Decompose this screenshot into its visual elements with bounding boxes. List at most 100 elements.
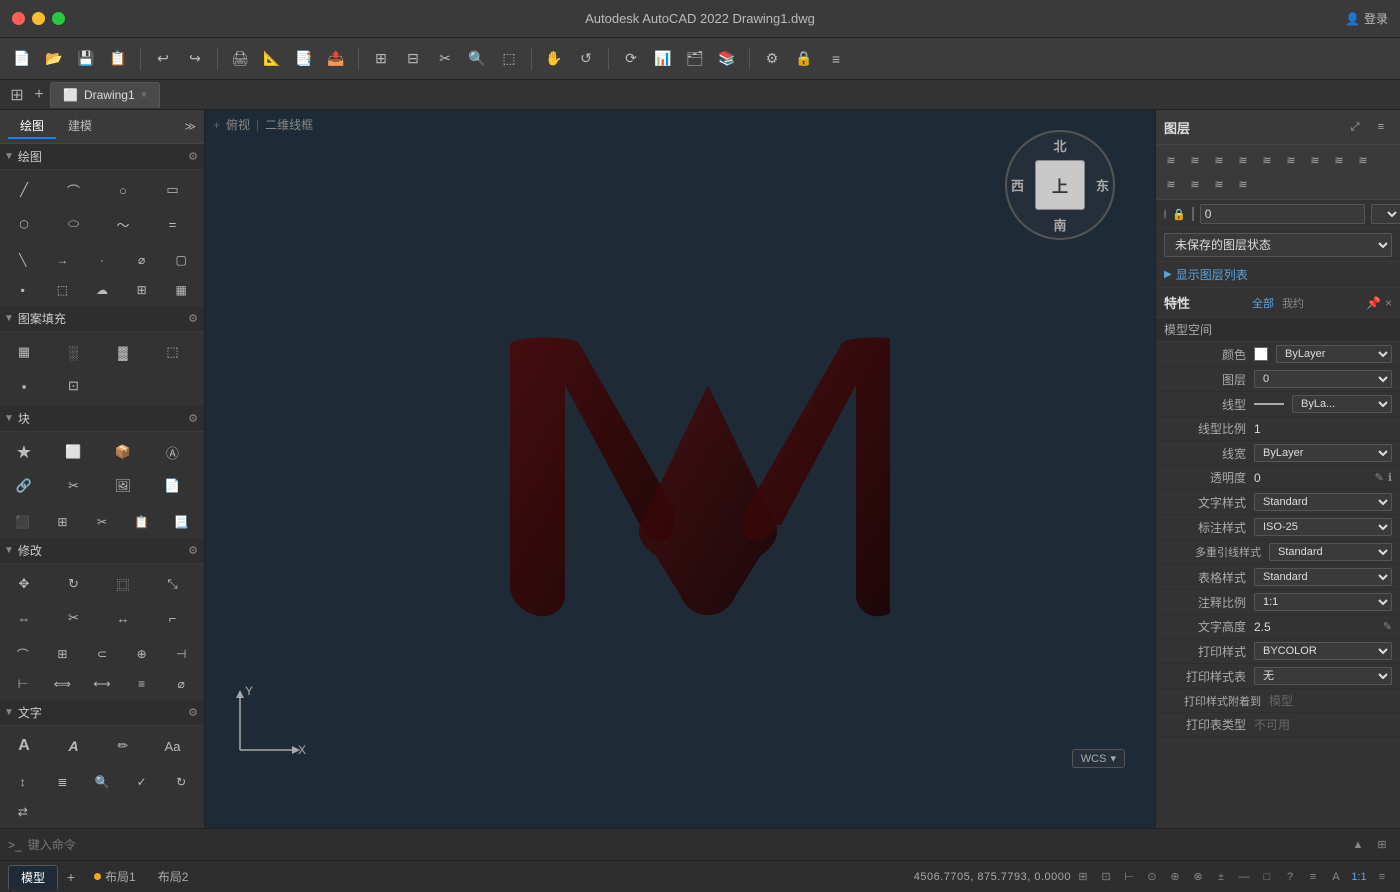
ui-lock-button[interactable]: 🔒: [790, 45, 818, 73]
viewcube-top-face[interactable]: 上: [1035, 160, 1085, 210]
tool-spline[interactable]: 〜: [103, 208, 143, 240]
regen-button[interactable]: ⟳: [617, 45, 645, 73]
props-tab-all[interactable]: 全部: [1252, 295, 1274, 311]
tool-insert[interactable]: ★: [4, 436, 44, 468]
draw-tab[interactable]: 绘图: [8, 114, 56, 139]
tool-text-scale[interactable]: ↕: [4, 768, 42, 796]
unsaved-state-dropdown[interactable]: 未保存的图层状态: [1164, 233, 1392, 257]
color-dropdown[interactable]: ByLayer: [1276, 345, 1392, 363]
tool-style[interactable]: Aa: [153, 730, 193, 762]
lt-btn-12[interactable]: ≋: [1208, 173, 1230, 195]
show-layers-list-row[interactable]: ▶ 显示图层列表: [1156, 262, 1400, 288]
lw-toggle[interactable]: —: [1234, 867, 1254, 887]
props-tab-mine[interactable]: 我约: [1282, 295, 1304, 311]
layer-dropdown-prop[interactable]: 0: [1254, 370, 1392, 388]
clip-button[interactable]: ✂: [431, 45, 459, 73]
tool-mline[interactable]: =: [153, 208, 193, 240]
lt-btn-4[interactable]: ≋: [1232, 149, 1254, 171]
tool-explode[interactable]: ⊕: [123, 640, 161, 668]
sc-toggle[interactable]: ≡: [1303, 867, 1323, 887]
tool-xclip[interactable]: ✂: [54, 470, 94, 502]
tool-wipeout[interactable]: ▪: [4, 276, 42, 304]
tool-textedit[interactable]: ✏: [103, 730, 143, 762]
tool-wblock[interactable]: 📦: [103, 436, 143, 468]
pan-button[interactable]: ✋: [540, 45, 568, 73]
tool-hatch-wipeout[interactable]: ▪: [4, 370, 44, 402]
tool-ellipse[interactable]: ⬭: [54, 208, 94, 240]
tool-block[interactable]: ⬜: [54, 436, 94, 468]
maximize-button[interactable]: [52, 12, 65, 25]
tool-boundary[interactable]: ⬚: [44, 276, 82, 304]
section-block-header[interactable]: ▼ 块 ⚙: [0, 406, 204, 432]
add-view-button[interactable]: +: [213, 118, 220, 132]
tool-mtext[interactable]: A: [4, 730, 44, 762]
lt-btn-6[interactable]: ≋: [1280, 149, 1302, 171]
tool-hatch1[interactable]: ▦: [4, 336, 44, 368]
tool-justify[interactable]: ≣: [44, 768, 82, 796]
section-hatch-header[interactable]: ▼ 图案填充 ⚙: [0, 306, 204, 332]
tool-hatch-boundary[interactable]: ⬚: [153, 336, 193, 368]
tool-update[interactable]: ↻: [162, 768, 200, 796]
plotstyle-table-dropdown[interactable]: 无: [1254, 667, 1392, 685]
tool-align[interactable]: ≡: [123, 670, 161, 698]
tool-break[interactable]: ⊣: [162, 640, 200, 668]
transparency-info-icon[interactable]: ℹ: [1388, 471, 1392, 484]
view-base-button[interactable]: ⊞: [367, 45, 395, 73]
tool-move[interactable]: ✥: [4, 568, 44, 600]
plotstyle-dropdown[interactable]: BYCOLOR: [1254, 642, 1392, 660]
tool-dwf[interactable]: 📋: [123, 508, 161, 536]
tool-convert[interactable]: ⇄: [4, 798, 42, 826]
layer-visibility-dot[interactable]: [1164, 209, 1166, 219]
section-modify-gear[interactable]: ⚙: [188, 544, 198, 557]
command-input[interactable]: [28, 838, 1344, 852]
section-modify-header[interactable]: ▼ 修改 ⚙: [0, 538, 204, 564]
section-block-gear[interactable]: ⚙: [188, 412, 198, 425]
tool-raster[interactable]: 🖼: [103, 470, 143, 502]
tool-offset[interactable]: ⊂: [83, 640, 121, 668]
print-preview-button[interactable]: 📐: [258, 45, 286, 73]
layer-name-input[interactable]: [1200, 204, 1365, 224]
tool-cloud[interactable]: ☁: [83, 276, 121, 304]
otrack-toggle[interactable]: ⊗: [1188, 867, 1208, 887]
tool-stretch[interactable]: ⟷: [83, 670, 121, 698]
tp-toggle[interactable]: □: [1257, 867, 1277, 887]
properties-button[interactable]: 📊: [649, 45, 677, 73]
tool-palettes-button[interactable]: 🗂: [681, 45, 709, 73]
tool-circle[interactable]: ○: [103, 174, 143, 206]
tool-array[interactable]: ⊞: [44, 640, 82, 668]
tool-arc[interactable]: ⌒: [54, 174, 94, 206]
lt-btn-2[interactable]: ≋: [1184, 149, 1206, 171]
tool-rotate[interactable]: ↻: [54, 568, 94, 600]
tool-trim[interactable]: ✂: [54, 602, 94, 634]
tool-xline[interactable]: ╲: [4, 246, 42, 274]
tablestyle-dropdown[interactable]: Standard: [1254, 568, 1392, 586]
tool-check[interactable]: ✓: [123, 768, 161, 796]
ortho-toggle[interactable]: ⊢: [1119, 867, 1139, 887]
redo-button[interactable]: ↪: [181, 45, 209, 73]
tool-line[interactable]: ╱: [4, 174, 44, 206]
dyn-toggle[interactable]: ±: [1211, 867, 1231, 887]
undo-button[interactable]: ↩: [149, 45, 177, 73]
tool-hatch2[interactable]: ░: [54, 336, 94, 368]
tool-table[interactable]: ⊞: [123, 276, 161, 304]
collapse-panel-button[interactable]: ≫: [184, 120, 196, 133]
lt-btn-1[interactable]: ≋: [1160, 149, 1182, 171]
tool-hatch-small[interactable]: ▦: [162, 276, 200, 304]
color-swatch[interactable]: [1254, 347, 1268, 361]
polar-toggle[interactable]: ⊙: [1142, 867, 1162, 887]
tool-pdf2[interactable]: 📃: [162, 508, 200, 536]
print-button[interactable]: 🖨: [226, 45, 254, 73]
tool-region[interactable]: ▢: [162, 246, 200, 274]
section-hatch-gear[interactable]: ⚙: [188, 312, 198, 325]
tool-fillet[interactable]: ⌐: [153, 602, 193, 634]
save-button[interactable]: 💾: [72, 45, 100, 73]
scale-display[interactable]: 1:1: [1349, 867, 1369, 887]
view-proj-button[interactable]: ⊟: [399, 45, 427, 73]
section-text-gear[interactable]: ⚙: [188, 706, 198, 719]
annot-toggle[interactable]: A: [1326, 867, 1346, 887]
tool-xbind[interactable]: ⊞: [44, 508, 82, 536]
tool-point[interactable]: ·: [83, 246, 121, 274]
batch-print-button[interactable]: 📑: [290, 45, 318, 73]
tool-gradient[interactable]: ▓: [103, 336, 143, 368]
section-draw-gear[interactable]: ⚙: [188, 150, 198, 163]
